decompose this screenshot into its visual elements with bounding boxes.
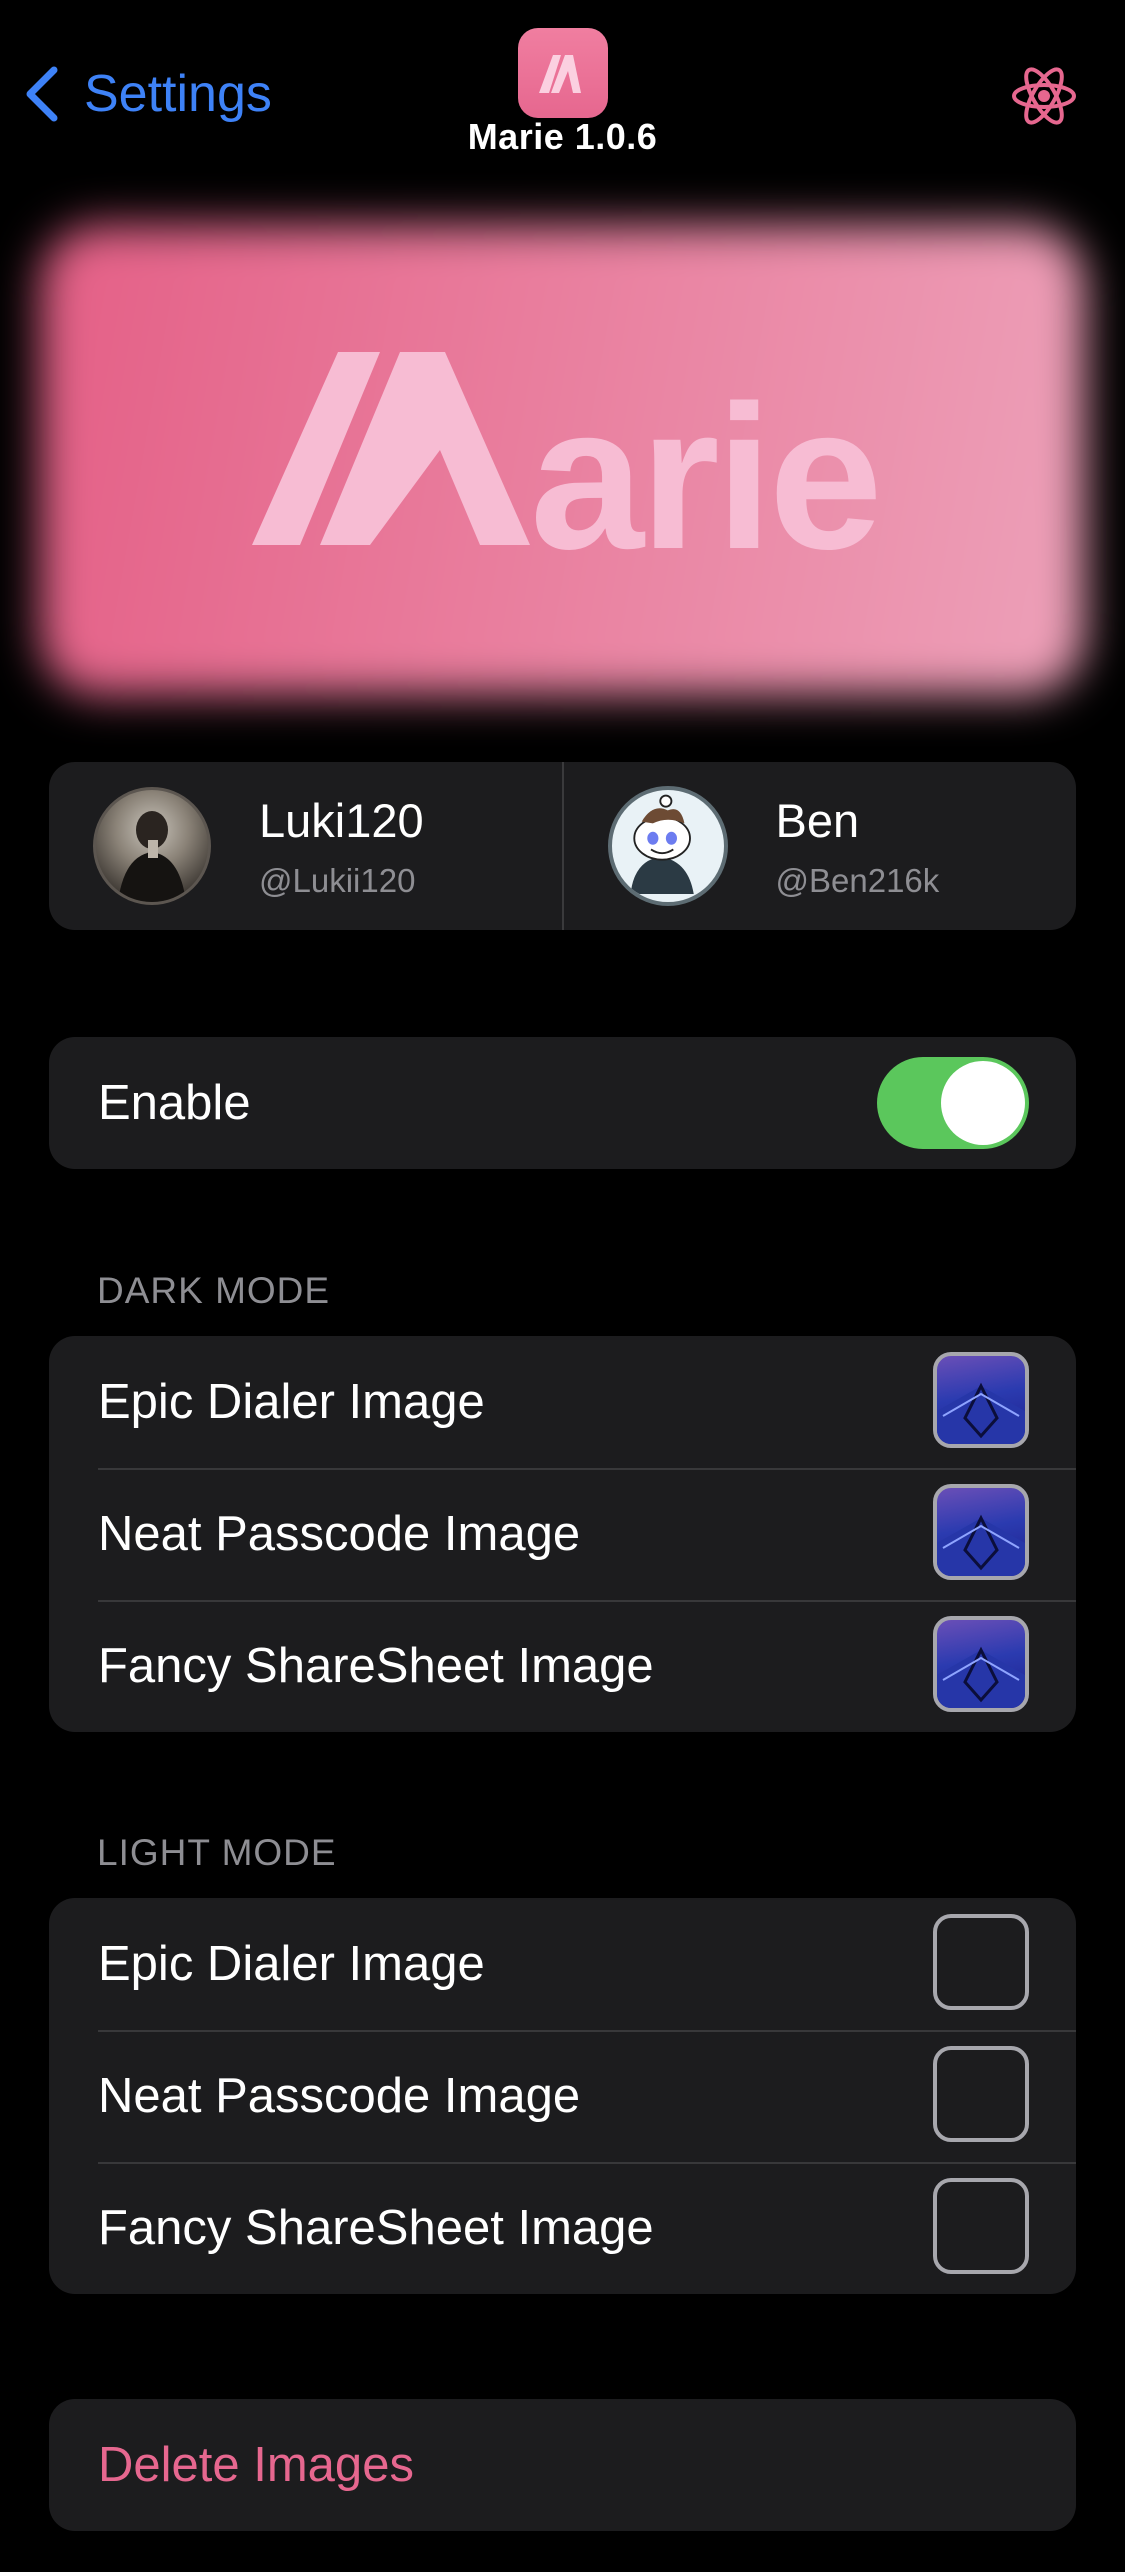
image-placeholder[interactable] <box>933 2046 1029 2142</box>
chevron-left-icon <box>26 66 58 122</box>
author-ben[interactable]: Ben @Ben216k <box>561 762 1077 930</box>
light-fancy-sharesheet-row[interactable]: Fancy ShareSheet Image <box>49 2162 1076 2294</box>
delete-images-button[interactable]: Delete Images <box>49 2399 1076 2531</box>
dark-fancy-sharesheet-row[interactable]: Fancy ShareSheet Image <box>49 1600 1076 1732</box>
light-mode-header: LIGHT MODE <box>97 1832 337 1873</box>
author-luki120[interactable]: Luki120 @Lukii120 <box>49 762 562 930</box>
row-label: Neat Passcode Image <box>98 2069 581 2123</box>
author-handle: @Ben216k <box>775 861 940 899</box>
image-thumbnail[interactable] <box>933 1616 1029 1712</box>
atom-icon[interactable] <box>1010 62 1078 130</box>
back-button-label: Settings <box>84 65 272 123</box>
dark-mode-header: DARK MODE <box>97 1270 331 1311</box>
author-name: Luki120 <box>259 793 424 847</box>
row-label: Epic Dialer Image <box>98 1937 485 1991</box>
enable-toggle[interactable] <box>877 1057 1029 1149</box>
delete-images-label: Delete Images <box>98 2438 414 2492</box>
dark-epic-dialer-row[interactable]: Epic Dialer Image <box>49 1336 1076 1468</box>
light-neat-passcode-row[interactable]: Neat Passcode Image <box>49 2030 1076 2162</box>
row-label: Fancy ShareSheet Image <box>98 2201 654 2255</box>
marie-logo-icon <box>539 55 581 93</box>
navigation-bar: Settings Marie 1.0.6 <box>0 0 1125 165</box>
author-handle: @Lukii120 <box>259 861 416 899</box>
toggle-knob <box>941 1061 1025 1145</box>
enable-label: Enable <box>98 1076 251 1130</box>
avatar <box>607 786 728 906</box>
avatar <box>93 787 211 905</box>
app-icon <box>518 28 608 118</box>
row-label: Fancy ShareSheet Image <box>98 1639 654 1693</box>
image-thumbnail[interactable] <box>933 1352 1029 1448</box>
nav-title: Marie 1.0.6 <box>467 116 658 157</box>
image-thumbnail[interactable] <box>933 1484 1029 1580</box>
light-epic-dialer-row[interactable]: Epic Dialer Image <box>49 1898 1076 2030</box>
image-placeholder[interactable] <box>933 1914 1029 2010</box>
enable-row: Enable <box>49 1037 1076 1169</box>
header-banner: arie <box>0 165 1125 765</box>
light-mode-list: Epic Dialer Image Neat Passcode Image Fa… <box>49 1898 1076 2294</box>
banner-wordmark: arie <box>530 363 883 592</box>
dark-neat-passcode-row[interactable]: Neat Passcode Image <box>49 1468 1076 1600</box>
dark-mode-list: Epic Dialer Image Neat Passcode Image Fa… <box>49 1336 1076 1732</box>
image-placeholder[interactable] <box>933 2178 1029 2274</box>
row-label: Epic Dialer Image <box>98 1375 485 1429</box>
row-label: Neat Passcode Image <box>98 1507 581 1561</box>
authors-card: Luki120 @Lukii120 Ben @Ben216k <box>49 762 1076 930</box>
author-name: Ben <box>775 793 860 847</box>
